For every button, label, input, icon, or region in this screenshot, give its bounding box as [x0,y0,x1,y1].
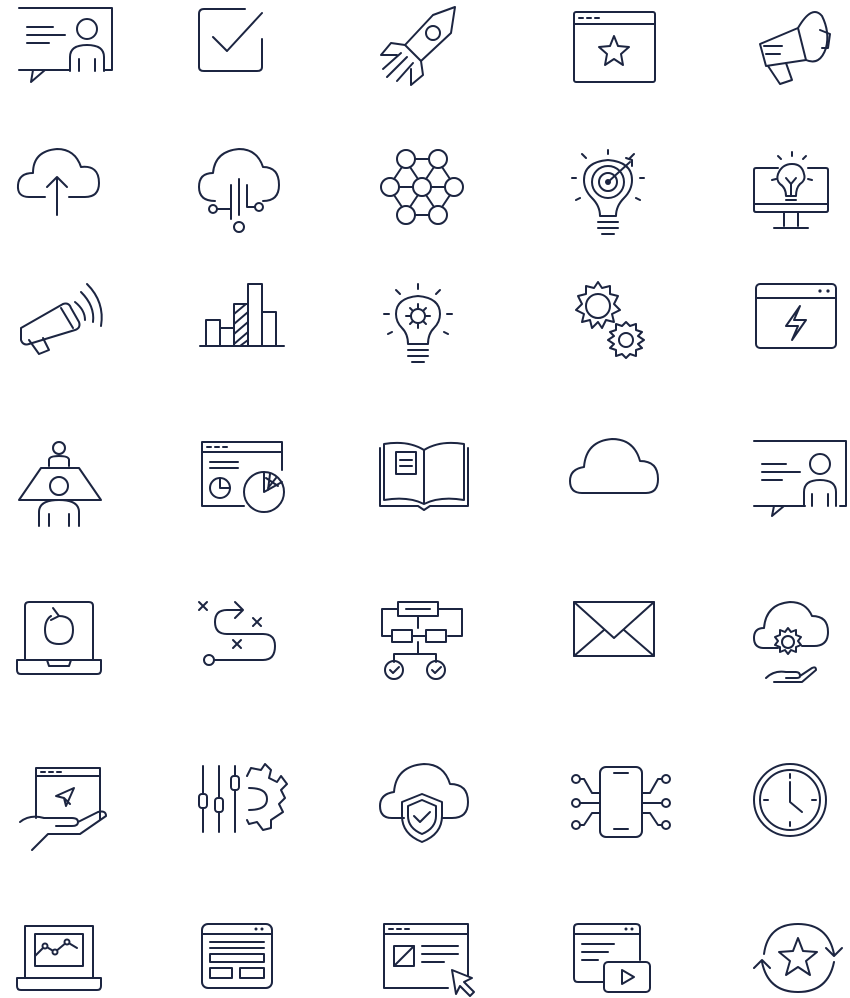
open-book-icon [379,441,469,511]
monitor-idea-icon [753,151,829,229]
smartphone-circuit-icon [571,766,671,838]
gears-icon [575,281,645,359]
cloud-gear-hand-icon [753,601,829,683]
meeting-table-icon [18,441,102,527]
rocket-icon [380,6,456,86]
cloud-icon [569,438,659,494]
presentation-chat-icon [18,7,113,83]
cloud-shield-icon [379,763,469,843]
browser-layout-icon [201,923,273,989]
hand-browser-cursor-icon [19,767,107,851]
browser-video-icon [573,923,651,993]
envelope-icon [573,601,655,657]
sliders-gear-icon [198,763,288,833]
clock-icon [753,763,827,837]
hexagon-network-icon [380,149,464,225]
browser-image-cursor-icon [383,923,475,997]
cloud-upload-icon [16,148,100,216]
checkbox-icon [198,8,263,72]
laptop-refresh-icon [16,601,102,675]
profile-card-chat-icon [753,440,847,517]
browser-lightning-icon [755,283,837,349]
icon-grid [0,0,850,997]
laptop-line-chart-icon [16,925,102,991]
flowchart-icon [381,601,463,680]
loudspeaker-icon [20,283,103,355]
dashboard-pie-chart-icon [201,441,285,513]
route-path-icon [198,601,276,666]
idea-target-icon [571,149,645,235]
megaphone-icon [759,11,831,85]
browser-star-icon [573,11,656,83]
cloud-network-icon [198,148,280,233]
bar-chart-icon [199,283,285,347]
lightbulb-gear-icon [383,283,453,363]
star-refresh-icon [753,923,843,993]
